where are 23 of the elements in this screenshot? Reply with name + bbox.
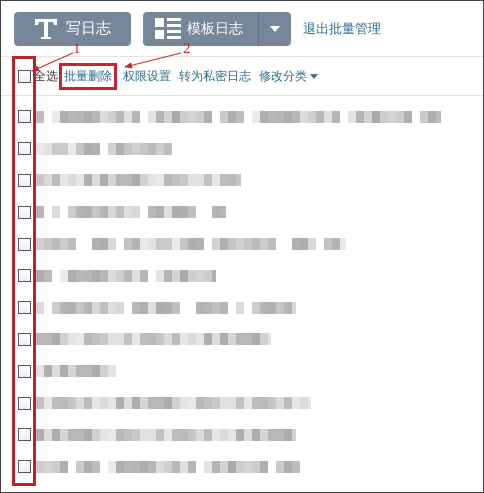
action-link[interactable]: 修改分类 bbox=[259, 68, 318, 84]
checkbox[interactable] bbox=[18, 238, 31, 251]
checkbox[interactable] bbox=[18, 174, 31, 187]
action-link[interactable]: 批量删除 bbox=[59, 62, 117, 90]
checkbox[interactable] bbox=[18, 428, 31, 442]
checkbox[interactable] bbox=[18, 206, 31, 219]
action-link[interactable]: 转为私密日志 bbox=[179, 68, 251, 84]
list-icon bbox=[155, 18, 181, 40]
checkbox[interactable] bbox=[18, 142, 31, 156]
checkbox[interactable] bbox=[18, 70, 31, 82]
exit-link[interactable]: 退出批量管理 bbox=[303, 20, 381, 38]
checkbox[interactable] bbox=[18, 332, 31, 346]
action-link[interactable]: 权限设置 bbox=[123, 68, 171, 84]
arrow bbox=[124, 52, 182, 68]
checkbox[interactable] bbox=[18, 460, 31, 474]
checkbox[interactable] bbox=[18, 364, 31, 378]
checkbox[interactable] bbox=[18, 396, 31, 410]
checkbox[interactable] bbox=[18, 269, 31, 282]
caret-icon[interactable] bbox=[310, 74, 318, 78]
checkbox[interactable] bbox=[18, 301, 31, 314]
checkbox[interactable] bbox=[18, 110, 31, 124]
arrow bbox=[31, 52, 74, 72]
letter-t-icon bbox=[34, 18, 58, 40]
